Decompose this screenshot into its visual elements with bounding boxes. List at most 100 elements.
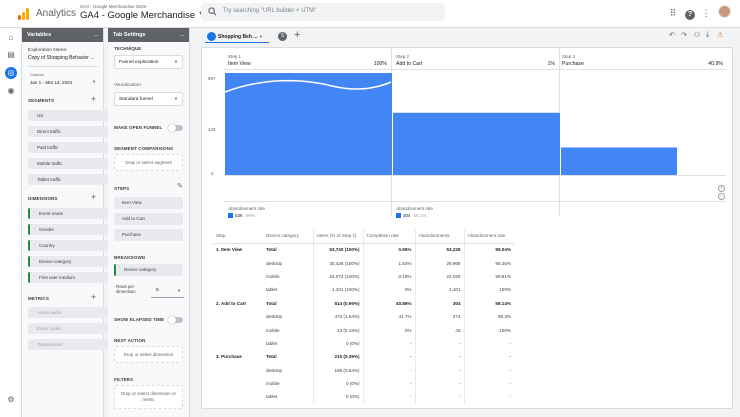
table-row[interactable]: desktop 470 (1.54%) 41.7% 274 58.3% — [213, 309, 514, 324]
device-cell: mobile — [266, 273, 280, 279]
metric-cell: 470 (1.54%) — [312, 309, 363, 324]
edit-pencil-icon[interactable]: ✎ — [177, 182, 183, 190]
tab-second[interactable]: S — [278, 32, 287, 41]
chevron-down-icon[interactable]: ▼ — [92, 79, 96, 84]
filters-label: FILTERS — [114, 377, 134, 382]
table-row[interactable]: mobile 0 (0%) - - - — [213, 376, 514, 391]
settings-gear-icon[interactable]: ⚙ — [5, 394, 17, 406]
step-chip[interactable]: ⋮ Purchase — [114, 229, 183, 241]
advertising-icon[interactable]: ◉ — [5, 85, 17, 97]
reports-icon[interactable]: ▤ — [5, 49, 17, 61]
segment-chip[interactable]: ⋮ US — [28, 110, 115, 121]
rows-select[interactable]: 5 ▼ — [151, 284, 184, 298]
device-cell: tablet — [266, 340, 278, 346]
funnel-table: Step Device category Users (% of Step 1)… — [213, 229, 514, 404]
metric-cell: - — [463, 390, 514, 404]
help-icon[interactable]: ? — [684, 7, 696, 20]
explore-icon[interactable]: ◎ — [5, 67, 17, 79]
metric-cell: 59.14% — [463, 296, 514, 310]
metric-chip[interactable]: ⋮ Event count — [28, 323, 115, 334]
tab-shopping-behavior[interactable]: Shopping Beh ... ▼ — [205, 31, 269, 43]
dimension-chip[interactable]: ⋮ Event name — [28, 208, 115, 219]
chevron-down-icon: ▼ — [174, 96, 178, 101]
table-row[interactable]: 3. Purchase Total 210 (0.39%) - - - — [213, 350, 514, 364]
minimize-icon[interactable]: _ — [94, 30, 98, 37]
table-row[interactable]: desktop 30,436 (100%) 1.54% 29,968 98.46% — [213, 256, 514, 270]
warning-icon[interactable]: ⚠ — [717, 31, 723, 39]
redo-icon[interactable]: ↷ — [681, 31, 687, 39]
column-header: Completion rate — [362, 229, 415, 244]
segment-chip[interactable]: ⋮ Paid traffic — [28, 142, 115, 153]
avatar[interactable] — [718, 5, 731, 18]
more-vert-icon[interactable]: ⋮ — [700, 7, 712, 19]
account-line[interactable]: GA4 - Google Merchandise Store — [80, 4, 147, 9]
undo-icon[interactable]: ↶ — [669, 31, 675, 39]
funnel-bar[interactable] — [561, 147, 677, 175]
search-input[interactable]: Try searching "URL builder + UTM" — [223, 8, 316, 14]
table-row[interactable]: desktop 196 (0.64%) - - - — [213, 363, 514, 377]
metric-cell: 514 (0.96%) — [312, 296, 363, 310]
tab-settings-header: Tab Settings _ — [108, 28, 189, 42]
metrics-list: ⋮ Active users ⋮ Event count ⋮ Transactions — [22, 307, 115, 350]
dimension-chip[interactable]: ⋮ Country — [28, 240, 115, 251]
dimension-chip[interactable]: ⋮ Device category — [28, 256, 115, 267]
metric-cell: 99.81% — [463, 269, 514, 284]
table-row[interactable]: tablet 0 (0%) - - - — [213, 390, 514, 404]
next-action-drop-zone[interactable]: Drop or select dimension — [114, 346, 183, 363]
elapsed-time-toggle[interactable] — [168, 316, 183, 324]
zoom-out-icon[interactable]: − — [718, 193, 725, 200]
filters-drop-zone[interactable]: Drop or select dimension or metric — [114, 385, 183, 409]
step-chip[interactable]: ⋮ Add to Cart — [114, 213, 183, 225]
table-row[interactable]: tablet 1,101 (100%) 0% 1,101 100% — [213, 283, 514, 297]
table-row[interactable]: mobile 43 (0.19%) 0% 43 100% — [213, 323, 514, 337]
dates-label: Custom — [30, 72, 44, 77]
breakdown-chip[interactable]: ⋮ Device category — [114, 264, 183, 276]
step-chip[interactable]: ⋮ Item View — [114, 197, 183, 209]
metric-cell: - — [414, 350, 464, 364]
tab-settings-panel: Tab Settings _ TECHNIQUE Funnel explorati… — [108, 28, 190, 417]
table-row[interactable]: 1. Item View Total 53,740 (100%) 0.96% 53,22… — [213, 243, 514, 257]
segment-chip[interactable]: ⋮ Mobile traffic — [28, 158, 115, 169]
metric-cell: 196 (0.64%) — [312, 363, 363, 377]
metric-cell: 0.19% — [362, 269, 415, 284]
download-icon[interactable]: ⤓ — [706, 31, 709, 39]
add-metric-icon[interactable]: + — [91, 292, 96, 302]
analytics-logo-icon — [18, 8, 30, 20]
exploration-name-label: Exploration Name: — [28, 48, 68, 53]
add-tab-icon[interactable]: + — [294, 29, 300, 41]
device-cell: Total — [266, 354, 277, 360]
home-icon[interactable]: ⌂ — [5, 32, 17, 44]
exploration-name-input[interactable]: Copy of Shopping Behavior ... — [28, 55, 100, 61]
metric-cell: - — [463, 376, 514, 391]
table-row[interactable]: tablet 0 (0%) - - - — [213, 336, 514, 351]
add-segment-icon[interactable]: + — [91, 94, 96, 104]
funnel-bar[interactable] — [393, 112, 560, 175]
technique-select[interactable]: Funnel exploration ▼ — [114, 55, 183, 69]
metric-cell: 99.04% — [463, 243, 514, 257]
zoom-in-icon[interactable]: + — [718, 185, 725, 192]
date-range-picker[interactable]: Jan 1 - Mar 14, 2022 — [30, 80, 72, 85]
table-row[interactable]: mobile 22,072 (100%) 0.19% 22,029 99.81% — [213, 269, 514, 284]
property-selector[interactable]: GA4 - Google Merchandise ... — [80, 10, 196, 21]
visualization-select[interactable]: Standard funnel ▼ — [114, 92, 183, 106]
dimension-chip[interactable]: ⋮ Gender — [28, 224, 115, 235]
segment-drop-zone[interactable]: Drop or select segment — [114, 154, 183, 171]
step-cell — [213, 323, 263, 336]
minimize-icon[interactable]: _ — [180, 30, 184, 37]
metric-chip[interactable]: ⋮ Transactions — [28, 339, 115, 350]
table-row[interactable]: 2. Add to Cart Total 514 (0.96%) 40.86% 304 5… — [213, 296, 514, 310]
device-cell: mobile — [266, 327, 280, 333]
share-user-icon[interactable]: ⚇ — [694, 31, 700, 39]
open-funnel-toggle[interactable] — [168, 124, 183, 132]
add-dimension-icon[interactable]: + — [91, 192, 96, 202]
step-cell — [213, 337, 263, 350]
metric-chip[interactable]: ⋮ Active users — [28, 307, 115, 318]
segment-chip[interactable]: ⋮ Direct traffic — [28, 126, 115, 137]
apps-grid-icon[interactable]: ⠿ — [667, 7, 679, 19]
search-bar[interactable]: Try searching "URL builder + UTM" — [201, 3, 445, 21]
dimension-chip[interactable]: ⋮ First user medium — [28, 272, 115, 283]
steps-label: STEPS — [114, 186, 130, 191]
segment-chip[interactable]: ⋮ Tablet traffic — [28, 174, 115, 185]
step-cell — [213, 377, 263, 390]
metric-cell: 53,740 (100%) — [312, 243, 363, 257]
